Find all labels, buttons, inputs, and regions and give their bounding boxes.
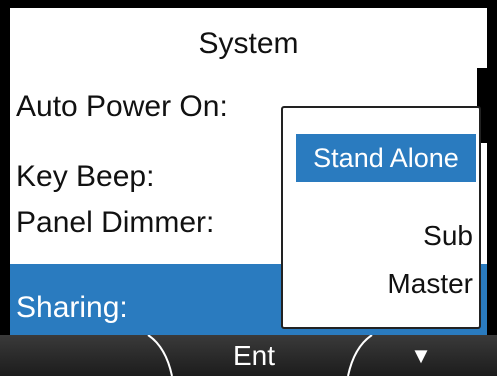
setting-label: Key Beep: (16, 160, 155, 193)
down-arrow-icon: ▼ (410, 343, 432, 368)
softkey-left[interactable] (0, 335, 163, 376)
dropdown-option-sub[interactable]: Sub (423, 220, 473, 252)
softkey-bar: Ent ▼ (0, 335, 497, 376)
settings-panel: System Auto Power On: ON Key Beep: Panel… (10, 8, 487, 335)
setting-label: Panel Dimmer: (16, 206, 215, 239)
sharing-dropdown: Stand Alone Sub Master (281, 106, 481, 329)
dropdown-option-master[interactable]: Master (387, 268, 473, 300)
page-title: System (198, 27, 299, 60)
dropdown-option-stand-alone[interactable]: Stand Alone (296, 134, 476, 182)
device-screen: System Auto Power On: ON Key Beep: Panel… (0, 0, 497, 376)
softkey-enter[interactable]: Ent (163, 335, 345, 376)
setting-label: Auto Power On: (16, 90, 228, 123)
softkey-down[interactable]: ▼ (345, 335, 497, 376)
setting-label: Sharing: (16, 291, 128, 324)
